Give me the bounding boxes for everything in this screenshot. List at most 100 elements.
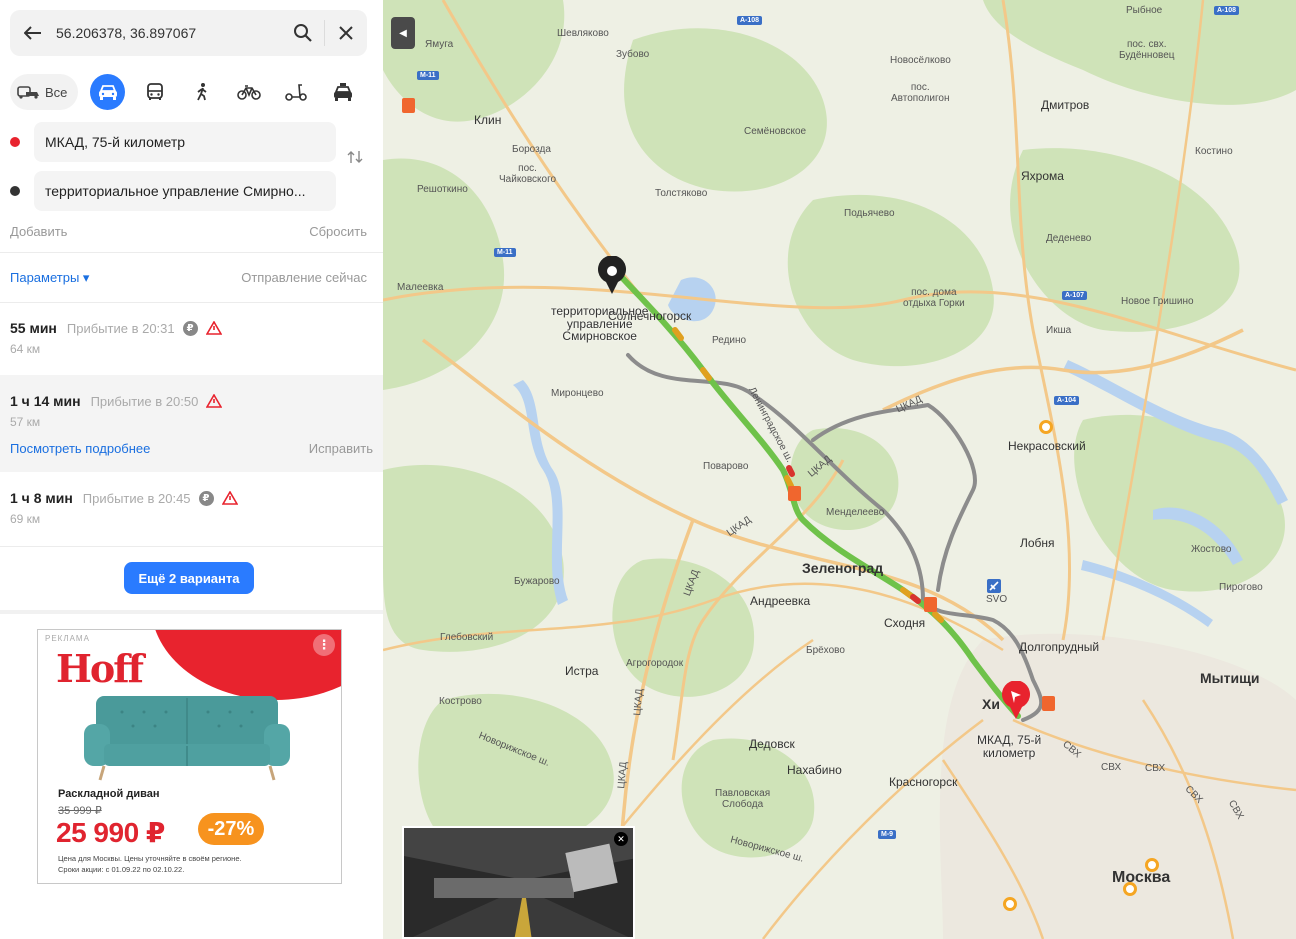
road-label: СВХ: [1145, 763, 1166, 774]
street-view-thumbnail[interactable]: ✕: [402, 826, 635, 939]
place-label: Яхрома: [1021, 169, 1064, 183]
route-start-pin[interactable]: [596, 255, 628, 301]
mode-car-button[interactable]: [90, 74, 126, 110]
place-label: Пирогово: [1219, 582, 1263, 593]
warning-icon: [205, 321, 222, 335]
place-label: Деденево: [1046, 233, 1092, 244]
mode-bus-button[interactable]: [137, 74, 172, 110]
place-label: Редино: [712, 335, 747, 346]
poi-marker-icon[interactable]: [1039, 420, 1053, 434]
place-label: пос. Чайковского: [499, 163, 557, 185]
place-label: Ямуга: [425, 39, 454, 50]
toll-road-icon: ₽: [182, 320, 198, 336]
fuel-station-icon[interactable]: [402, 98, 415, 113]
warning-icon: [221, 491, 238, 505]
car-icon: [98, 85, 117, 100]
sofa-image: [84, 696, 290, 781]
search-input[interactable]: 56.206378, 36.897067: [56, 25, 282, 41]
place-label: Новосёлково: [890, 55, 951, 66]
swap-points-button[interactable]: [347, 150, 363, 168]
route-summary: 55 мин Прибытие в 20:31 ₽: [10, 318, 373, 338]
mode-all-label: Все: [45, 84, 68, 100]
parameters-link[interactable]: Параметры ▾: [10, 270, 89, 286]
route-summary: 1 ч 8 мин Прибытие в 20:45 ₽: [10, 488, 373, 508]
route-distance: 64 км: [10, 342, 41, 356]
point-b-dot: [10, 186, 20, 196]
hoff-logo: Hoff: [56, 646, 144, 691]
more-routes-button[interactable]: Ещё 2 варианта: [124, 562, 254, 594]
route-option-1[interactable]: 55 мин Прибытие в 20:31 ₽ 64 км: [0, 318, 383, 374]
place-label: Агрогородок: [626, 658, 684, 669]
airport-icon[interactable]: [987, 579, 1001, 593]
search-button[interactable]: [282, 10, 324, 56]
place-label: Миронцево: [551, 388, 604, 399]
route-details-link[interactable]: Посмотреть подробнее: [10, 441, 150, 456]
place-label: Андреевка: [750, 594, 811, 608]
poi-marker-icon[interactable]: [1145, 858, 1159, 872]
finish-pin-icon: [1002, 680, 1030, 719]
poi-marker-icon[interactable]: [1123, 882, 1137, 896]
route-duration: 1 ч 14 мин: [10, 393, 81, 409]
route-arrival: Прибытие в 20:45: [82, 490, 191, 506]
start-pin-label: территориальное управление Смирновское: [551, 304, 649, 344]
route-point-a: МКАД, 75-й километр: [10, 122, 336, 162]
route-arrival: Прибытие в 20:50: [90, 393, 199, 409]
route-arrival: Прибытие в 20:31: [66, 320, 175, 336]
ad-disclaimer-dates: Сроки акции: с 01.09.22 по 02.10.22.: [58, 865, 185, 874]
place-label: Сходня: [884, 616, 926, 630]
close-street-view-button[interactable]: ✕: [614, 832, 628, 846]
back-button[interactable]: [10, 10, 56, 56]
fuel-station-icon[interactable]: [788, 486, 801, 501]
place-label: Красногорск: [889, 775, 958, 789]
route-distance: 57 км: [10, 415, 41, 429]
place-label: Истра: [565, 664, 599, 678]
fuel-station-icon[interactable]: [1042, 696, 1055, 711]
ad-menu-button[interactable]: ⋮: [313, 634, 335, 656]
add-point-link[interactable]: Добавить: [10, 224, 67, 239]
highway-shield: А-104: [1054, 396, 1080, 405]
place-label: Кострово: [439, 696, 482, 707]
route-end-pin[interactable]: [1000, 680, 1032, 726]
mode-walk-button[interactable]: [184, 74, 219, 110]
place-label: Икша: [1046, 325, 1072, 336]
highway-shield: М-11: [417, 71, 439, 80]
ad-product-name: Раскладной диван: [58, 788, 160, 800]
swap-icon: [347, 151, 363, 163]
point-b-input[interactable]: территориальное управление Смирно...: [34, 171, 336, 211]
mode-all-button[interactable]: Все: [10, 74, 79, 110]
route-fix-link[interactable]: Исправить: [309, 441, 373, 456]
place-label: Борозда: [512, 144, 551, 155]
bus-icon: [146, 83, 163, 100]
transport-modes: Все: [10, 72, 372, 112]
fuel-station-icon[interactable]: [924, 597, 937, 612]
place-label: Шевляково: [557, 28, 609, 39]
reset-points-link[interactable]: Сбросить: [309, 224, 367, 239]
route-option-2-selected[interactable]: 1 ч 14 мин Прибытие в 20:50 57 км Посмот…: [0, 375, 383, 472]
place-label: Хи: [982, 696, 1000, 712]
place-label: Менделеево: [826, 507, 885, 518]
point-a-input[interactable]: МКАД, 75-й километр: [34, 122, 336, 162]
clear-button[interactable]: [325, 10, 367, 56]
mode-bike-button[interactable]: [231, 74, 266, 110]
map-canvas[interactable]: Ямуга Шевляково Зубово Клин Борозда пос.…: [383, 0, 1296, 939]
mode-taxi-button[interactable]: [325, 74, 360, 110]
pedestrian-icon: [196, 83, 207, 101]
place-label: Лобня: [1020, 536, 1055, 550]
route-sidebar: 56.206378, 36.897067 Все МКАД, 75-й кило…: [0, 0, 383, 939]
ad-discount-badge: -27%: [198, 813, 264, 845]
collapse-sidebar-button[interactable]: ◀: [391, 17, 415, 49]
toll-road-icon: ₽: [198, 490, 214, 506]
section-divider: [0, 610, 383, 614]
ad-banner[interactable]: РЕКЛАМА Hoff ⋮ Раскладной диван 35 999 ₽…: [37, 629, 342, 884]
poi-marker-icon[interactable]: [1003, 897, 1017, 911]
mode-scooter-button[interactable]: [278, 74, 313, 110]
place-label: Решоткино: [417, 184, 468, 195]
highway-shield: А-108: [1214, 6, 1240, 15]
place-label: Жостово: [1191, 544, 1232, 555]
route-option-3[interactable]: 1 ч 8 мин Прибытие в 20:45 ₽ 69 км: [0, 488, 383, 544]
bicycle-icon: [236, 85, 261, 100]
departure-link[interactable]: Отправление сейчас: [241, 270, 367, 286]
place-label: Зеленоград: [802, 560, 884, 576]
highway-shield: М-11: [494, 248, 516, 257]
search-box: 56.206378, 36.897067: [10, 10, 367, 56]
